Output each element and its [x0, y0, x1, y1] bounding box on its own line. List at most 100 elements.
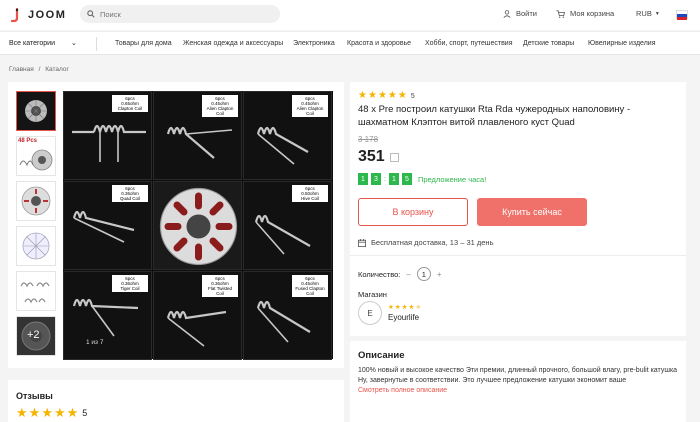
- currency-label: RUB: [636, 9, 652, 18]
- quantity-label: Количество:: [358, 269, 401, 279]
- star-icon: ★: [388, 304, 394, 311]
- store-name[interactable]: Eyourlife: [388, 313, 421, 322]
- rating-stars: ★ ★ ★ ★ ★: [358, 91, 407, 101]
- product-title: 48 x Pre построил катушки Rta Rda чужеро…: [358, 104, 631, 128]
- category-women[interactable]: Женская одежда и аксессуары: [183, 40, 283, 47]
- store-info[interactable]: E ★ ★ ★ ★ ★ Eyourlife: [358, 301, 421, 325]
- breadcrumb-catalog[interactable]: Каталог: [45, 66, 69, 73]
- price-row: 351: [358, 148, 399, 166]
- search-input[interactable]: [100, 9, 270, 19]
- breadcrumb-separator: /: [38, 66, 41, 73]
- coil-cell: 6pcs 0.36ohm Tiger Coil: [63, 271, 152, 360]
- quantity-increase-button[interactable]: +: [437, 270, 442, 279]
- flag-icon[interactable]: [676, 10, 688, 20]
- thumbnail-badge: 48 Pcs: [18, 138, 38, 144]
- add-to-cart-button[interactable]: В корзину: [358, 198, 468, 226]
- thumbnail-5[interactable]: [16, 271, 56, 311]
- timer-digit: 1: [388, 173, 399, 185]
- product-rating[interactable]: ★ ★ ★ ★ ★ 5: [358, 91, 415, 101]
- cell-label: 6pcs 0.45ohm Fused Clapton Coil: [292, 275, 328, 297]
- login-label: Войти: [516, 9, 537, 18]
- star-icon: ★: [53, 405, 66, 420]
- star-icon: ★: [66, 405, 79, 420]
- reviews-rating-value: 5: [82, 407, 88, 418]
- offer-label: Предложение часа!: [417, 174, 487, 184]
- star-icon: ★: [394, 304, 401, 311]
- buy-now-button[interactable]: Купить сейчас: [477, 198, 587, 226]
- timer-digit: 1: [358, 173, 368, 185]
- category-jewelry[interactable]: Ювелирные изделия: [588, 40, 656, 47]
- cell-label: 6pcs 0.36ohm Flat Twisted Coil: [202, 275, 238, 297]
- coil-cell: 6pcs 0.36ohm Flat Twisted Coil: [153, 271, 242, 360]
- search-bar[interactable]: [80, 5, 280, 23]
- login-link[interactable]: Войти: [503, 9, 537, 18]
- coil-cell: 6pcs 0.50ohm Hive Coil: [243, 181, 332, 270]
- coil-cell: 6pcs 0.65ohm Clapton Coil: [63, 91, 152, 180]
- thumbnail-4[interactable]: [16, 226, 56, 266]
- ruble-icon: [389, 152, 399, 162]
- currency-selector[interactable]: RUB ▼: [636, 9, 660, 18]
- cart-link[interactable]: Моя корзина: [556, 9, 614, 18]
- description-text: 100% новый и высокое качество Эти премии…: [358, 367, 678, 384]
- star-icon: ★: [358, 90, 367, 101]
- star-half-icon: ★: [415, 304, 422, 311]
- full-description-link[interactable]: Смотреть полное описание: [358, 387, 447, 394]
- main-product-image[interactable]: 6pcs 0.65ohm Clapton Coil 6pcs 0.45ohm A…: [63, 91, 333, 360]
- timer-digit: 3: [371, 173, 381, 185]
- divider: [350, 255, 686, 256]
- cell-label: 6pcs 0.36ohm Tiger Coil: [112, 275, 148, 292]
- thumbnail-3[interactable]: [16, 181, 56, 221]
- user-icon: [503, 9, 511, 18]
- category-hobby[interactable]: Хобби, спорт, путешествия: [425, 40, 513, 47]
- cell-label: 6pcs 0.50ohm Hive Coil: [292, 185, 328, 202]
- offer-timer: 1 3 : 1 5 Предложение часа!: [358, 173, 486, 185]
- category-kids[interactable]: Детские товары: [523, 40, 574, 47]
- cart-icon: [556, 9, 565, 18]
- coil-cell: 6pcs 0.45ohm Alien Clapton Coil: [153, 91, 242, 180]
- store-avatar: E: [358, 301, 382, 325]
- delivery-text: Бесплатная доставка, 13 – 31 день: [371, 238, 494, 247]
- thumbnail-2[interactable]: 48 Pcs: [16, 136, 56, 176]
- coil-cell: 6pcs 0.45ohm Alien Clapton Coil: [243, 91, 332, 180]
- search-icon: [87, 10, 95, 18]
- more-thumbnails-count: +2: [27, 329, 40, 341]
- delivery-info: Бесплатная доставка, 13 – 31 день: [358, 238, 493, 247]
- coil-box-cell: [153, 181, 242, 270]
- category-electronics[interactable]: Электроника: [293, 40, 335, 47]
- logo-text: JOOM: [28, 9, 67, 21]
- store-label: Магазин: [358, 290, 387, 299]
- description-section: Описание 100% новый и высокое качество Э…: [350, 341, 686, 422]
- category-bar: Все категории ⌄ Товары для дома Женская …: [0, 31, 700, 55]
- coil-cell: 6pcs 0.45ohm Fused Clapton Coil: [243, 271, 332, 360]
- category-home[interactable]: Товары для дома: [115, 40, 172, 47]
- star-icon: ★: [408, 304, 415, 311]
- cell-label: 6pcs 0.65ohm Clapton Coil: [112, 95, 148, 112]
- category-beauty[interactable]: Красота и здоровье: [347, 40, 411, 47]
- store-rating-stars: ★ ★ ★ ★ ★: [388, 304, 421, 311]
- category-divider: [96, 37, 97, 51]
- rating-stars: ★ ★ ★ ★ ★: [16, 406, 78, 419]
- cell-label: 6pcs 0.36ohm Quad Coil: [112, 185, 148, 202]
- star-icon: ★: [16, 405, 28, 420]
- store-details: ★ ★ ★ ★ ★ Eyourlife: [388, 304, 421, 322]
- all-categories-dropdown[interactable]: Все категории ⌄: [9, 40, 77, 48]
- coil-box-icon: [159, 187, 238, 266]
- cell-label: 6pcs 0.45ohm Alien Clapton Coil: [292, 95, 328, 117]
- cart-label: Моя корзина: [570, 9, 615, 18]
- quantity-value[interactable]: 1: [416, 267, 431, 281]
- star-icon: ★: [401, 304, 408, 311]
- breadcrumb: Главная / Каталог: [9, 66, 72, 73]
- joom-logo[interactable]: JOOM: [9, 7, 66, 23]
- cell-label: 6pcs 0.45ohm Alien Clapton Coil: [202, 95, 238, 117]
- thumbnail-1[interactable]: [16, 91, 56, 131]
- quantity-decrease-button[interactable]: –: [406, 270, 410, 279]
- breadcrumb-home[interactable]: Главная: [9, 66, 34, 73]
- star-icon: ★: [367, 90, 377, 101]
- star-icon: ★: [28, 405, 41, 420]
- quantity-row: Количество: – 1 +: [358, 267, 442, 281]
- star-icon: ★: [387, 90, 397, 101]
- reviews-section: Отзывы ★ ★ ★ ★ ★ 5: [8, 380, 344, 422]
- caret-down-icon: ▼: [654, 10, 660, 17]
- thumbnail-more[interactable]: +2: [16, 316, 56, 356]
- thumbnail-image: [17, 92, 55, 130]
